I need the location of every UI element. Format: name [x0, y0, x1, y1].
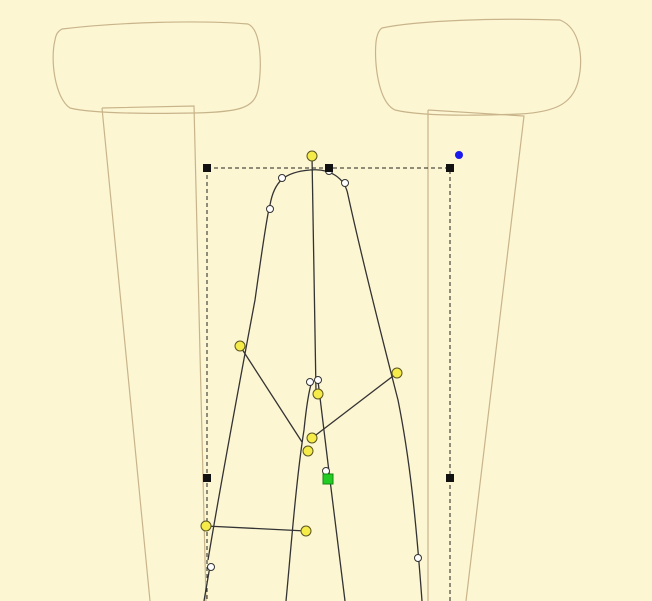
joint-handle[interactable] [200, 520, 212, 532]
bezier-handle[interactable] [414, 554, 422, 562]
joint-handle[interactable] [302, 445, 314, 457]
bezier-handle[interactable] [266, 205, 274, 213]
joint-handle[interactable] [312, 388, 324, 400]
rotate-handle[interactable] [455, 151, 463, 159]
joint-handle[interactable] [234, 340, 246, 352]
bezier-handle[interactable] [306, 378, 314, 386]
joint-handle[interactable] [306, 432, 318, 444]
bezier-handle[interactable] [322, 467, 330, 475]
drawing-canvas[interactable] [0, 0, 652, 601]
bezier-handle[interactable] [207, 563, 215, 571]
selection-handle-middle-right[interactable] [446, 474, 454, 482]
joint-handle[interactable] [300, 525, 312, 537]
bezier-handle[interactable] [341, 179, 349, 187]
selection-handle-top-right[interactable] [446, 164, 454, 172]
selection-handle-top-center[interactable] [325, 164, 333, 172]
joint-handle[interactable] [391, 367, 403, 379]
canvas-background [0, 0, 652, 601]
bezier-handle[interactable] [278, 174, 286, 182]
selection-handle-middle-left[interactable] [203, 474, 211, 482]
bezier-handle[interactable] [314, 376, 322, 384]
selection-handle-top-left[interactable] [203, 164, 211, 172]
center-pivot-handle[interactable] [322, 473, 334, 485]
joint-handle-top[interactable] [306, 150, 318, 162]
